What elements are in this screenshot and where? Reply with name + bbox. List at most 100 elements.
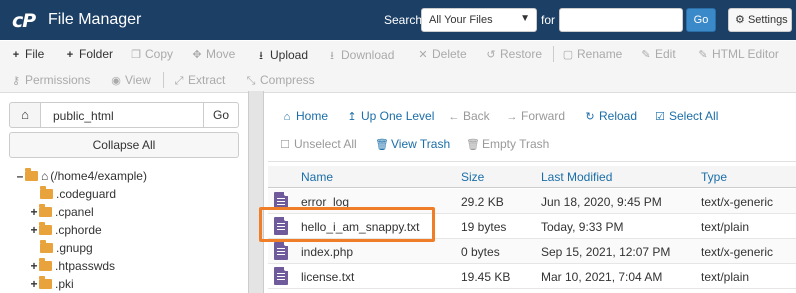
unselect-all-button[interactable]: ☐ Unselect All (278, 137, 357, 151)
edit-square-icon: ✎ (698, 49, 708, 61)
path-input[interactable]: public_html (41, 102, 204, 128)
empty-trash-button[interactable]: 🗑 Empty Trash (466, 137, 549, 151)
copy-label: Copy (145, 47, 174, 61)
column-size[interactable]: Size (461, 170, 484, 184)
delete-label: Delete (432, 47, 467, 61)
file-size: 19 bytes (461, 220, 507, 234)
new-folder-label: Folder (79, 47, 114, 61)
tree-item-cpanel[interactable]: + .cpanel (29, 203, 94, 221)
level-up-icon: ↥ (347, 111, 357, 123)
folder-icon (39, 276, 52, 289)
folder-open-icon (25, 168, 38, 181)
file-modified: Today, 9:33 PM (541, 220, 624, 234)
eye-icon: ◉ (111, 75, 121, 87)
trash-icon: 🗑 (375, 139, 389, 151)
tree-item-gnupg[interactable]: .gnupg (40, 239, 93, 257)
reload-label: Reload (599, 109, 638, 123)
download-label: Download (341, 48, 395, 62)
search-go-button[interactable]: Go (686, 8, 716, 32)
column-name[interactable]: Name (301, 170, 333, 184)
back-button[interactable]: ← Back (447, 109, 490, 123)
file-modified: Mar 10, 2021, 7:04 AM (541, 270, 663, 284)
for-label: for (541, 13, 556, 27)
table-row[interactable]: license.txt 19.45 KB Mar 10, 2021, 7:04 … (268, 264, 796, 289)
expand-icon[interactable]: + (29, 257, 39, 275)
view-trash-button[interactable]: 🗑 View Trash (375, 137, 450, 151)
folder-icon (40, 186, 53, 199)
search-label: Search (384, 13, 423, 27)
expand-icon[interactable]: + (29, 275, 39, 293)
upload-button[interactable]: ⭳ Upload (254, 47, 308, 66)
view-trash-label: View Trash (391, 137, 451, 151)
delete-button[interactable]: ✕ Delete (416, 47, 467, 61)
pane-resize-handle[interactable] (248, 91, 264, 293)
table-row[interactable]: index.php 0 bytes Sep 15, 2021, 12:07 PM… (268, 239, 796, 264)
reload-button[interactable]: ↻ Reload (583, 109, 637, 123)
path-go-button[interactable]: Go (203, 102, 239, 128)
edit-button[interactable]: ✎ Edit (639, 47, 676, 61)
rename-label: Rename (577, 47, 623, 61)
search-input[interactable] (559, 8, 683, 32)
restore-button[interactable]: ↺ Restore (484, 47, 542, 61)
new-file-label: File (25, 47, 45, 61)
cpanel-logo: cP (12, 10, 36, 32)
tree-item-label: .htpasswds (55, 259, 116, 273)
chevron-down-icon: ▼ (520, 13, 530, 24)
file-size: 0 bytes (461, 245, 500, 259)
download-button[interactable]: ⭳ Download (325, 47, 394, 66)
arrow-right-icon: → (506, 111, 518, 123)
text-file-icon (274, 267, 288, 285)
view-button[interactable]: ◉ View (109, 73, 151, 87)
collapse-all-button[interactable]: Collapse All (9, 132, 239, 158)
column-type[interactable]: Type (701, 170, 727, 184)
move-icon: ✥ (192, 49, 202, 61)
toolbar-row-2: ⚷ Permissions ◉ View ⤢ Extract ⤡ Compress (0, 67, 796, 93)
key-icon: ⚷ (11, 75, 21, 87)
undo-icon: ↺ (486, 49, 496, 61)
permissions-button[interactable]: ⚷ Permissions (9, 73, 90, 87)
checkbox-checked-icon: ☑ (655, 111, 665, 123)
new-file-button[interactable]: + File (9, 47, 45, 61)
rename-button[interactable]: ▢ Rename (561, 47, 623, 61)
text-file-icon (274, 242, 288, 260)
tree-item-htpasswds[interactable]: + .htpasswds (29, 257, 115, 275)
close-icon: ✕ (418, 49, 428, 61)
tree-item-pki[interactable]: + .pki (29, 275, 74, 293)
column-last-modified[interactable]: Last Modified (541, 170, 612, 184)
file-type: text/x-generic (701, 195, 774, 209)
nav-home-button[interactable]: ⌂ Home (280, 109, 328, 123)
pencil-icon: ✎ (641, 49, 651, 61)
new-folder-button[interactable]: + Folder (63, 47, 113, 61)
collapse-icon[interactable]: – (15, 167, 25, 185)
back-label: Back (463, 109, 490, 123)
expand-icon[interactable]: + (29, 221, 39, 239)
html-editor-label: HTML Editor (712, 47, 779, 61)
nav-home-label: Home (296, 109, 329, 123)
download-icon: ⭳ (330, 50, 334, 62)
upload-label: Upload (270, 48, 309, 62)
up-one-level-button[interactable]: ↥ Up One Level (345, 109, 434, 123)
folder-icon (40, 240, 53, 253)
home-icon: ⌂ (283, 111, 291, 123)
plus-icon: + (66, 49, 74, 61)
compress-button[interactable]: ⤡ Compress (244, 73, 315, 88)
compress-icon: ⤡ (246, 75, 256, 87)
file-name: license.txt (301, 270, 355, 284)
select-all-button[interactable]: ☑ Select All (653, 109, 718, 123)
up-one-level-label: Up One Level (361, 109, 435, 123)
extract-button[interactable]: ⤢ Extract (172, 73, 226, 88)
edit-label: Edit (655, 47, 676, 61)
home-button[interactable]: ⌂ (9, 102, 41, 128)
copy-button[interactable]: ❐ Copy (129, 47, 173, 61)
expand-icon[interactable]: + (29, 203, 39, 221)
tree-item-home[interactable]: – ⌂ (/home4/example) (15, 167, 147, 185)
html-editor-button[interactable]: ✎ HTML Editor (696, 47, 779, 61)
search-scope-select[interactable]: All Your Files ▼ (421, 8, 537, 32)
move-button[interactable]: ✥ Move (190, 47, 235, 61)
forward-button[interactable]: → Forward (505, 109, 566, 123)
settings-button[interactable]: ⚙ Settings (728, 8, 792, 32)
tree-item-cphorde[interactable]: + .cphorde (29, 221, 102, 239)
empty-trash-label: Empty Trash (482, 137, 550, 151)
tree-item-codeguard[interactable]: .codeguard (40, 185, 116, 203)
toolbar-divider (553, 46, 554, 62)
